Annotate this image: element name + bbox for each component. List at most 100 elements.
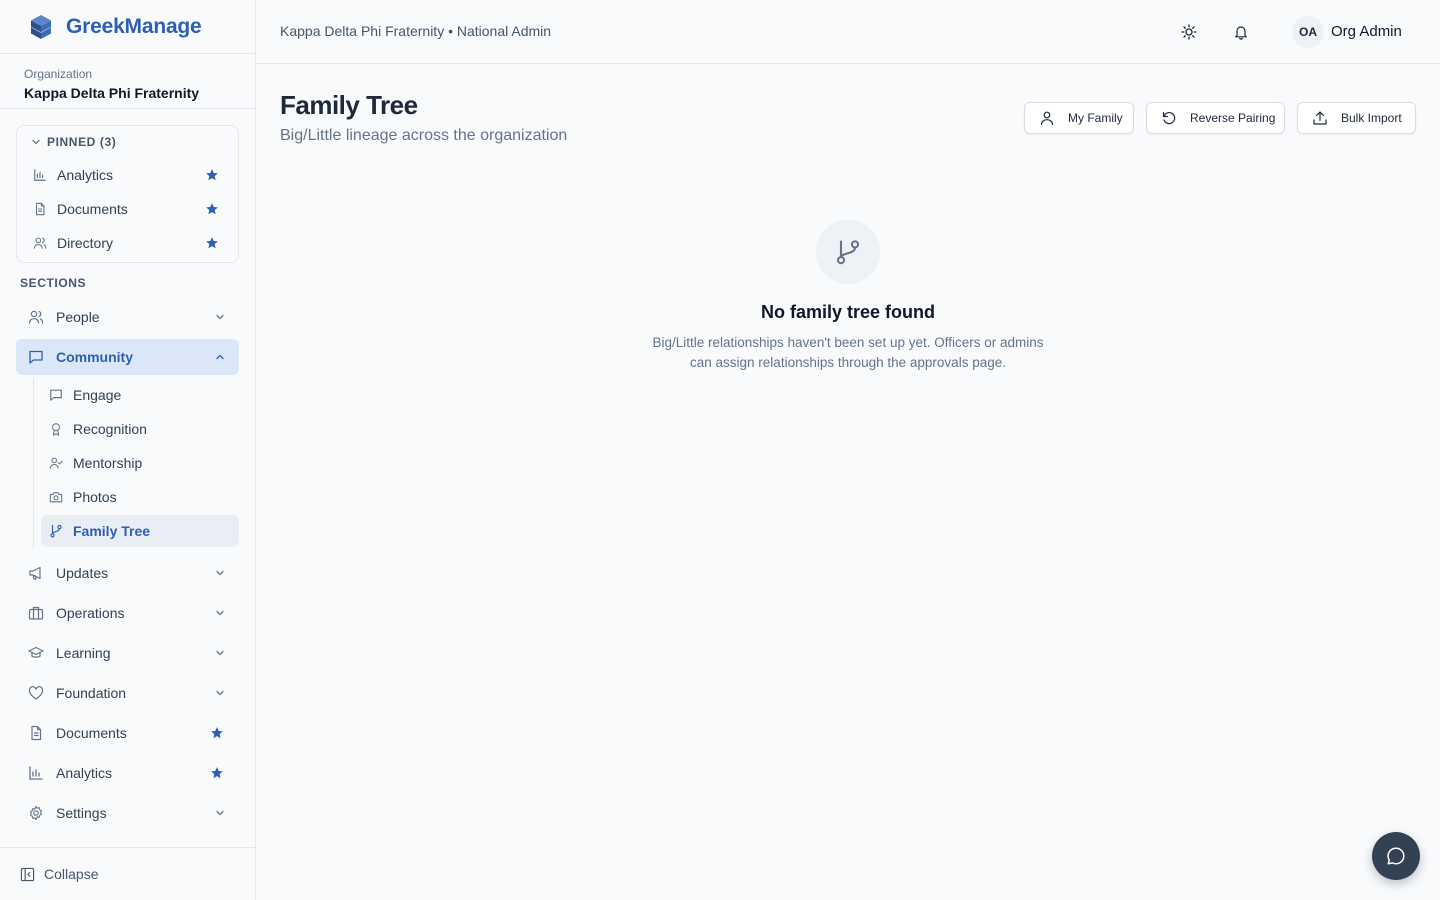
sidebar-subitem-family-tree[interactable]: Family Tree	[41, 515, 239, 547]
brand-name: GreekManage	[66, 14, 202, 38]
sidebar-subitem-label: Photos	[73, 489, 117, 505]
sidebar-item-updates[interactable]: Updates	[16, 555, 239, 591]
chevron-down-icon	[216, 570, 224, 576]
sidebar-subitem-label: Family Tree	[73, 523, 151, 539]
sidebar-item-documents[interactable]: Documents	[16, 715, 239, 751]
pinned-item-directory[interactable]: Directory	[17, 226, 238, 260]
brand[interactable]: GreekManage	[0, 0, 255, 54]
sidebar-item-label: Analytics	[56, 765, 113, 781]
sections-label: SECTIONS	[20, 276, 87, 290]
pinned-toggle[interactable]: PINNED (3)	[17, 126, 238, 158]
pinned-heading: PINNED (3)	[47, 135, 117, 149]
chevron-up-icon	[216, 354, 224, 360]
star-icon[interactable]	[210, 726, 224, 740]
theme-toggle-button[interactable]	[1179, 22, 1199, 42]
sidebar-item-label: Documents	[56, 725, 127, 741]
git-branch-icon	[50, 524, 62, 538]
empty-state-title: No family tree found	[760, 302, 935, 322]
sidebar-item-learning[interactable]: Learning	[16, 635, 239, 671]
empty-state-description: Big/Little relationships haven't been se…	[652, 335, 1044, 370]
pinned-panel: PINNED (3) Analytics Documents Directory	[16, 125, 239, 263]
gear-icon	[29, 805, 43, 821]
organization-label: Organization	[24, 67, 93, 81]
pinned-item-documents[interactable]: Documents	[17, 192, 238, 226]
sidebar-subitem-mentorship[interactable]: Mentorship	[41, 447, 239, 479]
bulk-import-button[interactable]: Bulk Import	[1297, 102, 1416, 134]
star-icon[interactable]	[205, 202, 219, 216]
sidebar-item-community[interactable]: Community	[16, 339, 239, 375]
page-title: Family Tree	[280, 90, 418, 120]
user-icon	[1040, 111, 1054, 126]
bar-chart-icon	[29, 766, 43, 780]
star-icon[interactable]	[205, 236, 219, 250]
sidebar-item-operations[interactable]: Operations	[16, 595, 239, 631]
document-icon	[31, 725, 42, 741]
empty-state-icon-badge	[816, 220, 880, 284]
star-icon[interactable]	[205, 168, 219, 182]
sidebar-item-label: Updates	[56, 565, 109, 581]
sidebar-subitem-label: Recognition	[73, 421, 147, 437]
chat-button[interactable]	[1372, 832, 1420, 880]
chevron-down-icon	[216, 610, 224, 616]
graduation-cap-icon	[28, 646, 44, 658]
user-check-icon	[49, 457, 63, 469]
chevron-down-icon	[216, 810, 224, 816]
chat-icon	[50, 389, 62, 401]
sidebar-item-label: Settings	[56, 805, 107, 821]
sidebar-item-label: Learning	[56, 645, 111, 661]
users-icon	[28, 310, 44, 324]
sidebar-item-settings[interactable]: Settings	[16, 795, 239, 831]
sidebar-subitem-photos[interactable]: Photos	[41, 481, 239, 513]
sidebar-subitem-recognition[interactable]: Recognition	[41, 413, 239, 445]
pinned-item-analytics[interactable]: Analytics	[17, 158, 238, 192]
chevron-down-icon	[216, 650, 224, 656]
logo-icon	[30, 14, 52, 39]
user-name[interactable]: Org Admin	[1331, 23, 1402, 40]
chevron-down-icon	[216, 690, 224, 696]
reverse-pairing-label: Reverse Pairing	[1190, 111, 1276, 125]
notifications-button[interactable]	[1231, 22, 1251, 42]
sidebar-item-label: Operations	[56, 605, 125, 621]
bar-chart-icon	[34, 169, 46, 181]
top-header: Kappa Delta Phi Fraternity • National Ad…	[256, 0, 1440, 64]
megaphone-icon	[29, 566, 41, 580]
rotate-ccw-icon	[1162, 111, 1176, 125]
chevron-down-icon	[216, 314, 224, 320]
sidebar-collapse-icon	[20, 867, 35, 881]
award-icon	[51, 423, 61, 436]
page-subtitle: Big/Little lineage across the organizati…	[280, 127, 568, 144]
organization-name: Kappa Delta Phi Fraternity	[24, 85, 200, 101]
sidebar-item-people[interactable]: People	[16, 299, 239, 335]
chevron-down-icon	[32, 139, 40, 145]
sidebar-subitem-label: Mentorship	[73, 455, 143, 471]
sidebar-item-label: People	[56, 309, 100, 325]
bell-icon	[1235, 26, 1247, 40]
collapse-sidebar-button[interactable]: Collapse	[0, 847, 255, 900]
avatar[interactable]: OA	[1292, 16, 1324, 48]
document-icon	[35, 202, 45, 216]
upload-icon	[1313, 111, 1327, 125]
breadcrumb: Kappa Delta Phi Fraternity • National Ad…	[280, 23, 552, 39]
heart-icon	[28, 686, 44, 700]
sidebar-subitem-engage[interactable]: Engage	[41, 379, 239, 411]
my-family-button[interactable]: My Family	[1024, 102, 1134, 134]
camera-icon	[49, 492, 63, 503]
sidebar-item-foundation[interactable]: Foundation	[16, 675, 239, 711]
star-icon[interactable]	[210, 766, 224, 780]
sidebar-item-analytics[interactable]: Analytics	[16, 755, 239, 791]
pinned-item-label: Documents	[57, 201, 128, 217]
organization-switcher[interactable]: Organization Kappa Delta Phi Fraternity	[0, 54, 255, 109]
collapse-label: Collapse	[44, 866, 99, 882]
my-family-label: My Family	[1068, 111, 1123, 125]
bulk-import-label: Bulk Import	[1341, 111, 1402, 125]
chat-bubble-icon	[1387, 847, 1405, 865]
chat-icon	[29, 350, 43, 364]
pinned-item-label: Directory	[57, 235, 114, 251]
sidebar: GreekManage Organization Kappa Delta Phi…	[0, 0, 256, 900]
sidebar-subitem-label: Engage	[73, 387, 122, 403]
git-branch-icon	[836, 240, 860, 265]
reverse-pairing-button[interactable]: Reverse Pairing	[1146, 102, 1285, 134]
pinned-item-label: Analytics	[57, 167, 114, 183]
sun-icon	[1181, 24, 1197, 40]
sidebar-item-label: Community	[56, 349, 133, 365]
